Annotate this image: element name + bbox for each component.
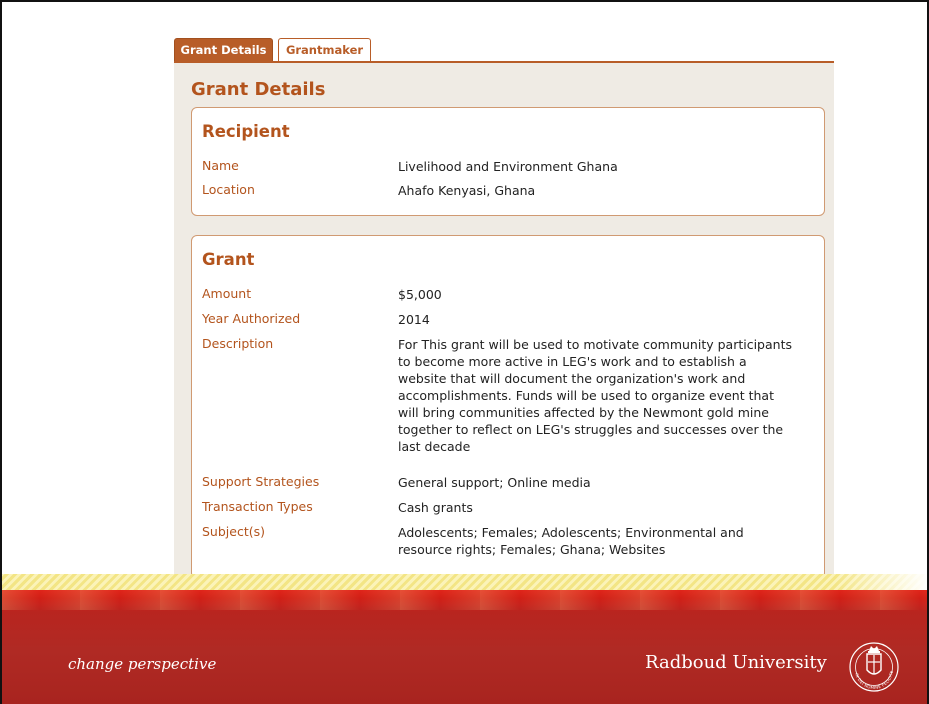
grant-details-panel: Grant Details Grantmaker Grant Details R… — [174, 38, 834, 590]
field-value: Cash grants — [398, 500, 473, 515]
field-value: Livelihood and Environment Ghana — [398, 159, 618, 174]
field-value: General support; Online media — [398, 475, 591, 490]
field-label: Amount — [202, 286, 252, 301]
tab-content: Grant Details Recipient Name Livelihood … — [174, 61, 834, 590]
field-label: Subject(s) — [202, 524, 265, 539]
page-title: Grant Details — [191, 79, 326, 100]
field-value: Ahafo Kenyasi, Ghana — [398, 183, 536, 198]
tab-grant-details[interactable]: Grant Details — [174, 38, 273, 62]
field-value: $5,000 — [398, 287, 442, 302]
radboud-seal-icon: IN DEI NOMINE FELICITER — [847, 636, 899, 692]
tab-grantmaker[interactable]: Grantmaker — [278, 38, 371, 62]
field-label: Name — [202, 158, 239, 173]
field-value: 2014 — [398, 312, 430, 327]
seal-text: IN DEI NOMINE FELICITER — [847, 636, 894, 690]
field-label: Location — [202, 182, 255, 197]
svg-text:IN DEI NOMINE FELICITER: IN DEI NOMINE FELICITER — [847, 636, 894, 690]
recipient-heading: Recipient — [202, 122, 290, 141]
brand-band — [0, 590, 929, 704]
field-label: Support Strategies — [202, 474, 320, 489]
tagline: change perspective — [68, 655, 217, 673]
recipient-card: Recipient Name Livelihood and Environmen… — [191, 107, 825, 216]
university-name: Radboud University — [645, 652, 827, 673]
field-label: Year Authorized — [202, 311, 301, 326]
grant-heading: Grant — [202, 250, 255, 269]
field-label: Description — [202, 336, 274, 351]
field-value: Adolescents; Females; Adolescents; Envir… — [398, 525, 744, 557]
field-label: Transaction Types — [202, 499, 313, 514]
field-value: For This grant will be used to motivate … — [398, 337, 792, 454]
brand-band-sheen — [0, 590, 929, 610]
grant-card: Grant Amount $5,000 Year Authorized 2014… — [191, 235, 825, 579]
